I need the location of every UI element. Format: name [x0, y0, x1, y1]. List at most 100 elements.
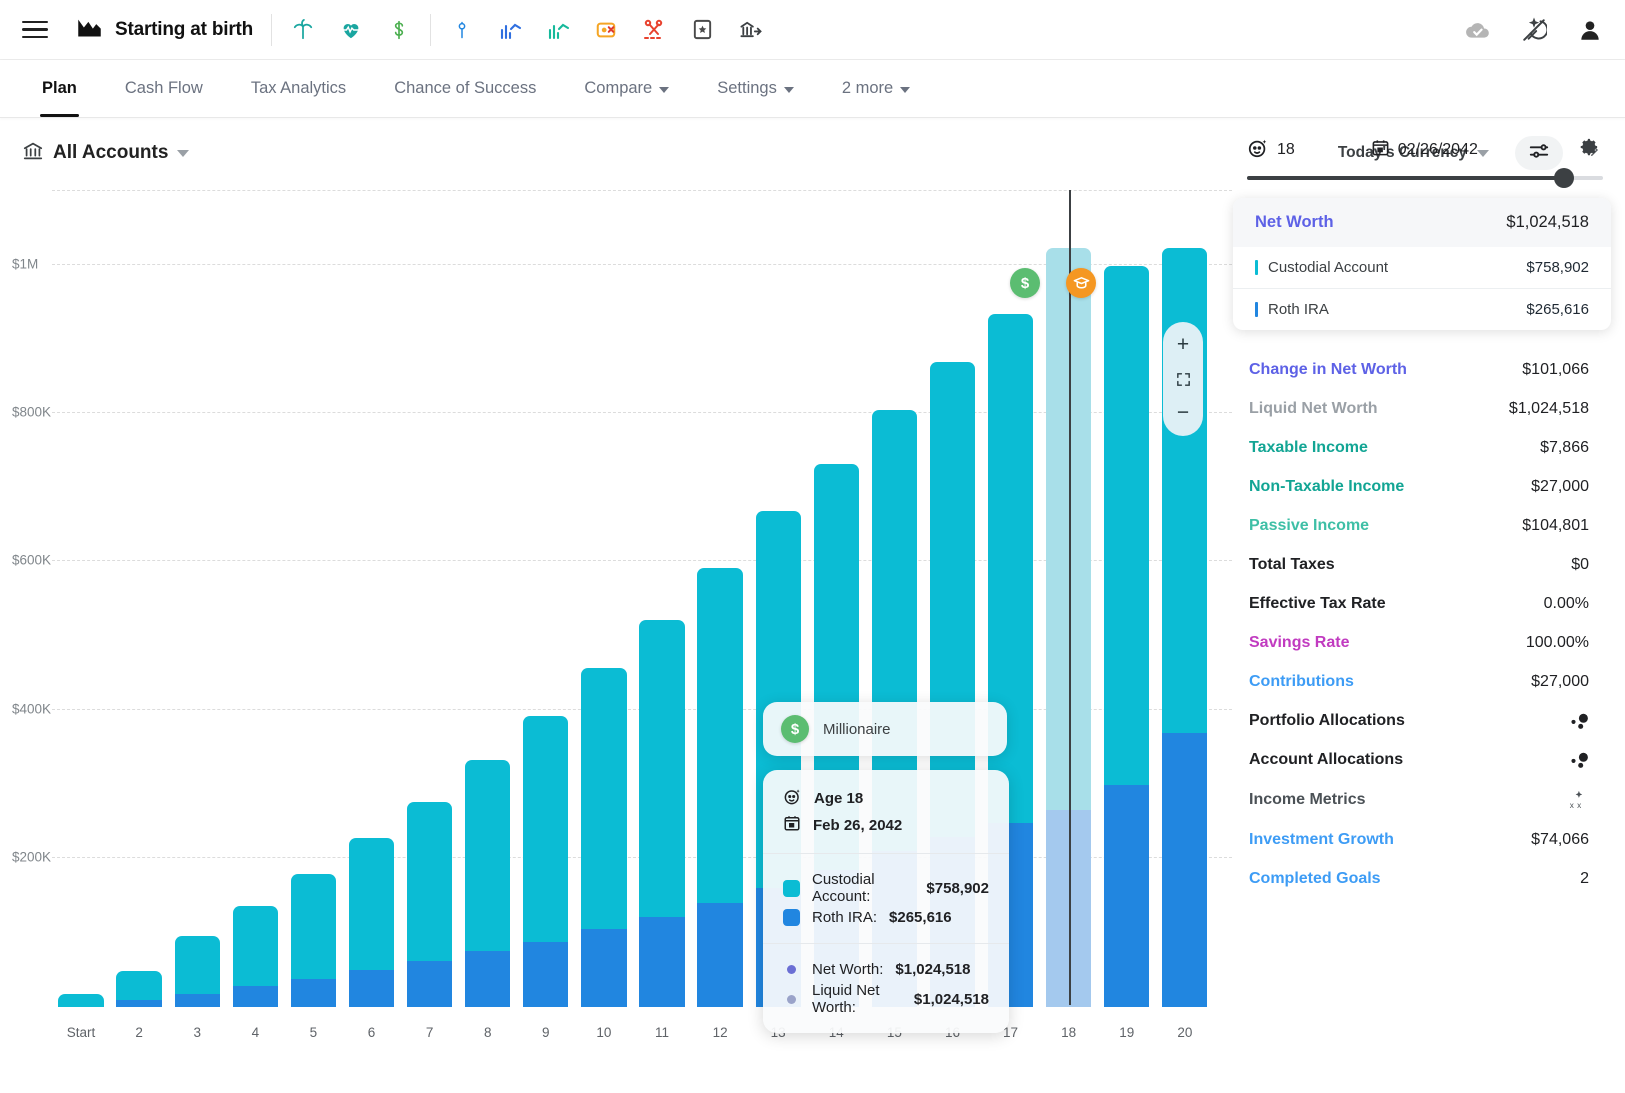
bar-stack[interactable] [291, 874, 336, 1007]
bar-segment-custodial [697, 568, 742, 903]
bank-transfer-icon[interactable] [737, 17, 763, 43]
account-name: Roth IRA [1268, 301, 1329, 318]
bar-slot[interactable] [52, 190, 110, 1007]
x-axis-label: 20 [1156, 1025, 1214, 1040]
person-pin-icon[interactable] [449, 17, 475, 43]
bar-slot[interactable] [691, 190, 749, 1007]
bar-slot[interactable] [168, 190, 226, 1007]
net-worth-account-row[interactable]: Roth IRA $265,616 [1233, 288, 1611, 330]
metric-row[interactable]: Taxable Income$7,866 [1233, 428, 1611, 467]
bar-slot[interactable] [575, 190, 633, 1007]
goal-tooltip-glyph: $ [791, 721, 799, 738]
metric-row[interactable]: Liquid Net Worth$1,024,518 [1233, 389, 1611, 428]
remove-account-icon[interactable] [593, 17, 619, 43]
account-color-marker [1255, 260, 1258, 275]
bar-stack[interactable] [465, 760, 510, 1007]
x-axis-label: 8 [459, 1025, 517, 1040]
accounts-selector[interactable]: All Accounts [22, 140, 189, 167]
zoom-out-button[interactable]: − [1163, 396, 1203, 430]
metric-row[interactable]: Contributions$27,000 [1233, 662, 1611, 701]
tab-plan[interactable]: Plan [18, 60, 101, 117]
dollar-badge-icon[interactable]: $ [1010, 268, 1040, 298]
bar-slot[interactable] [1156, 190, 1214, 1007]
age-slider[interactable] [1233, 164, 1625, 180]
bar-stack[interactable] [639, 620, 684, 1007]
zoom-in-button[interactable]: + [1163, 328, 1203, 362]
bar-segment-custodial [291, 874, 336, 979]
tooltip-date-row: Feb 26, 2042 [783, 814, 989, 836]
metric-value: $27,000 [1531, 673, 1589, 691]
bar-slot[interactable] [284, 190, 342, 1007]
age-slider-thumb[interactable] [1554, 168, 1574, 188]
age-slider-track[interactable] [1247, 176, 1603, 180]
palm-tree-icon[interactable] [290, 17, 316, 43]
metric-row[interactable]: Non-Taxable Income$27,000 [1233, 467, 1611, 506]
metric-row[interactable]: Income Metricsxx [1233, 779, 1611, 820]
bar-stack[interactable] [407, 802, 452, 1007]
bar-stack[interactable] [349, 838, 394, 1007]
heart-pulse-icon[interactable] [338, 17, 364, 43]
bar-stack[interactable] [58, 994, 103, 1007]
dollar-sign-icon[interactable] [386, 17, 412, 43]
bar-slot[interactable] [342, 190, 400, 1007]
age-display[interactable]: 18 [1247, 137, 1295, 164]
metric-row[interactable]: Total Taxes$0 [1233, 545, 1611, 584]
bar-stack[interactable] [1104, 266, 1149, 1007]
net-worth-account-row[interactable]: Custodial Account $758,902 [1233, 247, 1611, 288]
hamburger-icon[interactable] [22, 21, 48, 39]
bar-slot[interactable] [517, 190, 575, 1007]
metric-row[interactable]: Effective Tax Rate0.00% [1233, 584, 1611, 623]
bar-slot[interactable] [226, 190, 284, 1007]
net-worth-header[interactable]: Net Worth $1,024,518 [1233, 198, 1611, 247]
metric-row[interactable]: Account Allocations [1233, 740, 1611, 779]
bar-slot[interactable] [110, 190, 168, 1007]
bar-stack[interactable] [581, 668, 626, 1007]
bar-slot[interactable] [1098, 190, 1156, 1007]
legend-dot-net-worth [787, 965, 796, 974]
bar-stack[interactable] [233, 906, 278, 1007]
tab-more[interactable]: 2 more [818, 60, 934, 117]
bar-slot[interactable] [459, 190, 517, 1007]
tab-chance-of-success[interactable]: Chance of Success [370, 60, 560, 117]
metric-row[interactable]: Passive Income$104,801 [1233, 506, 1611, 545]
document-star-icon[interactable] [689, 17, 715, 43]
metric-row[interactable]: Investment Growth$74,066 [1233, 820, 1611, 859]
bar-stack[interactable] [175, 936, 220, 1007]
expand-icon[interactable] [1163, 362, 1203, 396]
bar-segment-custodial [58, 994, 103, 1007]
gear-icon[interactable] [1578, 136, 1601, 164]
graduation-cap-badge-icon[interactable] [1066, 268, 1096, 298]
right-tool-group [449, 17, 763, 43]
metric-row[interactable]: Savings Rate100.00% [1233, 623, 1611, 662]
tab-cash-flow[interactable]: Cash Flow [101, 60, 227, 117]
age-date-row: 18 02/26/2042 [1233, 122, 1625, 164]
cloud-saved-icon[interactable] [1465, 17, 1491, 43]
allocation-dots-icon [1567, 712, 1589, 730]
metric-row[interactable]: Change in Net Worth$101,066 [1233, 350, 1611, 389]
bar-stack[interactable] [523, 716, 568, 1007]
tab-compare[interactable]: Compare [560, 60, 693, 117]
bank-icon [22, 140, 44, 167]
tooltip-summary-name: Net Worth: [812, 961, 883, 978]
calendar-icon [783, 814, 801, 836]
metric-value: 100.00% [1526, 634, 1589, 652]
metric-row[interactable]: Portfolio Allocations [1233, 701, 1611, 740]
x-axis-label: 7 [401, 1025, 459, 1040]
date-display[interactable]: 02/26/2042 [1371, 138, 1478, 162]
tab-settings[interactable]: Settings [693, 60, 818, 117]
metric-row[interactable]: Completed Goals2 [1233, 859, 1611, 898]
metric-value: 2 [1580, 870, 1589, 888]
tooltip-accounts: Custodial Account: $758,902 Roth IRA: $2… [763, 853, 1009, 943]
bar-slot[interactable] [401, 190, 459, 1007]
tab-tax-analytics[interactable]: Tax Analytics [227, 60, 370, 117]
bar-chart-up-icon[interactable] [497, 17, 523, 43]
bar-stack[interactable] [116, 971, 161, 1007]
scissors-cut-icon[interactable] [641, 17, 667, 43]
user-avatar-icon[interactable] [1577, 17, 1603, 43]
bar-segment-custodial [465, 760, 510, 951]
magic-wand-off-icon[interactable] [1521, 17, 1547, 43]
bar-chart-green-icon[interactable] [545, 17, 571, 43]
tooltip-account-name: Custodial Account: [812, 871, 914, 905]
bar-slot[interactable] [633, 190, 691, 1007]
bar-stack[interactable] [697, 568, 742, 1007]
